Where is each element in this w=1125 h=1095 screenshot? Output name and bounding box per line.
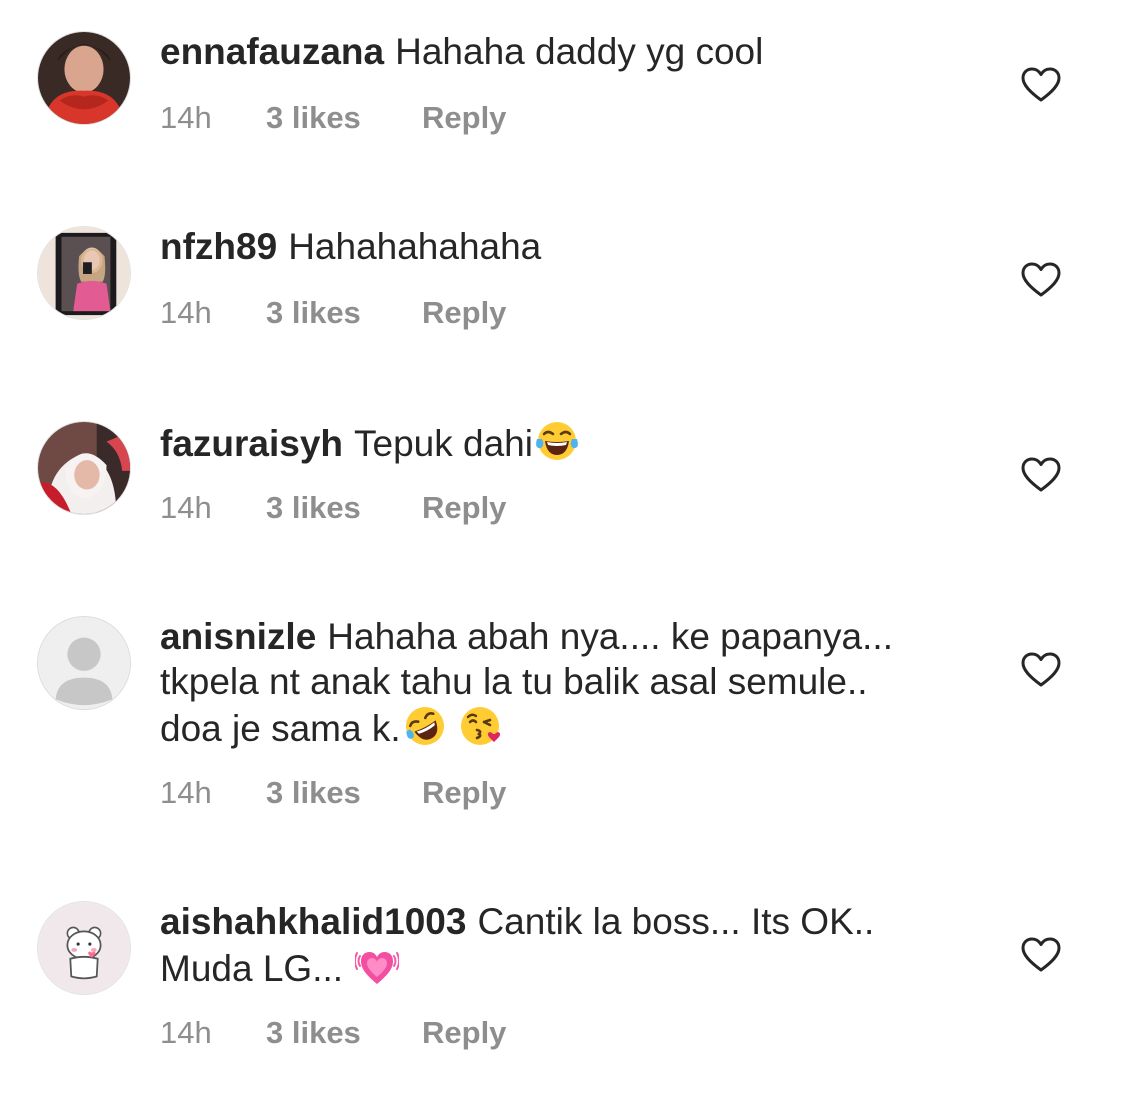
username[interactable]: aishahkhalid1003 <box>160 901 466 942</box>
comment-body: Hahahahahaha <box>288 226 542 267</box>
comment-body-line-2: Muda LG... <box>160 948 344 989</box>
comment-text: anisnizle Hahaha abah nya.... ke papanya.… <box>160 614 980 751</box>
rolling-on-floor-laughing-icon <box>403 704 447 748</box>
timestamp: 14h <box>160 775 212 810</box>
like-heart-icon[interactable] <box>1021 67 1061 103</box>
comment-text: nfzh89 Hahahahahaha <box>160 224 980 269</box>
like-heart-icon[interactable] <box>1021 937 1061 973</box>
comment-body-line-2: tkpela nt anak tahu la tu balik asal sem… <box>160 661 868 702</box>
timestamp: 14h <box>160 1015 212 1050</box>
comment-body: Tepuk dahi <box>354 423 533 464</box>
avatar[interactable] <box>37 901 131 995</box>
comment-body: Hahaha daddy yg cool <box>395 31 764 72</box>
avatar[interactable] <box>37 31 131 125</box>
comment-text: fazuraisyh Tepuk dahi <box>160 419 980 466</box>
like-heart-icon[interactable] <box>1021 457 1061 493</box>
timestamp: 14h <box>160 295 212 330</box>
reply-button[interactable]: Reply <box>422 490 506 526</box>
avatar-photo-image <box>38 32 130 124</box>
comment-body-line-1: Cantik la boss... Its OK.. <box>477 901 875 942</box>
likes-count[interactable]: 3 likes <box>266 295 361 331</box>
likes-count[interactable]: 3 likes <box>266 100 361 136</box>
comment-text: ennafauzana Hahaha daddy yg cool <box>160 29 980 74</box>
avatar[interactable] <box>37 616 131 710</box>
growing-heart-icon <box>355 944 399 988</box>
reply-button[interactable]: Reply <box>422 1015 506 1051</box>
likes-count[interactable]: 3 likes <box>266 775 361 811</box>
like-heart-icon[interactable] <box>1021 652 1061 688</box>
like-heart-icon[interactable] <box>1021 262 1061 298</box>
face-blowing-kiss-icon <box>459 704 503 748</box>
reply-button[interactable]: Reply <box>422 775 506 811</box>
username[interactable]: nfzh89 <box>160 226 277 267</box>
timestamp: 14h <box>160 100 212 135</box>
username[interactable]: fazuraisyh <box>160 423 343 464</box>
avatar-photo-image <box>38 227 130 319</box>
avatar-photo-image <box>38 422 130 514</box>
comment-body-line-3: doa je sama k. <box>160 708 401 749</box>
timestamp: 14h <box>160 490 212 525</box>
default-avatar-icon <box>38 617 130 709</box>
likes-count[interactable]: 3 likes <box>266 490 361 526</box>
reply-button[interactable]: Reply <box>422 100 506 136</box>
username[interactable]: anisnizle <box>160 616 316 657</box>
avatar-bear-cartoon-image <box>38 902 130 994</box>
likes-count[interactable]: 3 likes <box>266 1015 361 1051</box>
avatar[interactable] <box>37 421 131 515</box>
avatar[interactable] <box>37 226 131 320</box>
comment-body-line-1: Hahaha abah nya.... ke papanya... <box>327 616 893 657</box>
comment-text: aishahkhalid1003 Cantik la boss... Its OK… <box>160 899 980 991</box>
username[interactable]: ennafauzana <box>160 31 384 72</box>
face-with-tears-of-joy-icon <box>535 419 579 463</box>
reply-button[interactable]: Reply <box>422 295 506 331</box>
